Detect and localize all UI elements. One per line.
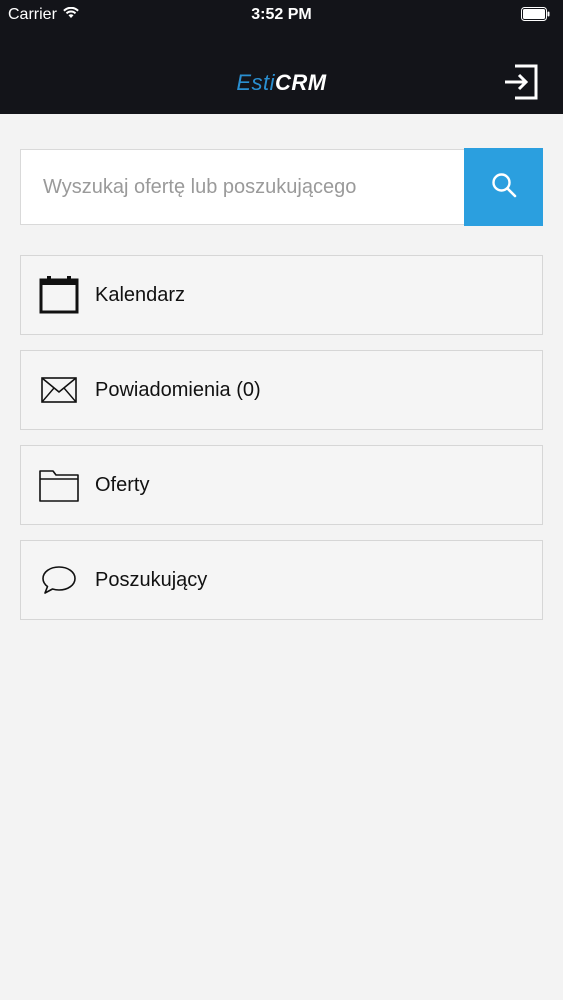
menu-item-calendar-label: Kalendarz — [95, 283, 186, 306]
battery-icon — [521, 7, 551, 26]
search-input[interactable] — [20, 149, 464, 225]
menu-item-offers-label: Oferty — [95, 473, 150, 496]
menu-item-offers[interactable]: Oferty — [20, 445, 543, 525]
app-logo: EstiCRM — [0, 70, 563, 96]
main-menu: Kalendarz Powiadomienia (0) Oferty Poszu… — [20, 255, 543, 635]
folder-icon — [39, 465, 79, 505]
search-bar — [20, 148, 543, 227]
menu-item-seekers-label: Poszukujący — [95, 568, 208, 591]
logo-crm: CRM — [275, 70, 327, 95]
envelope-icon — [39, 370, 79, 410]
menu-item-notifications[interactable]: Powiadomienia (0) — [20, 350, 543, 430]
calendar-icon — [39, 275, 79, 315]
logo-esti: Esti — [236, 70, 276, 95]
logout-icon — [502, 63, 540, 106]
top-navigation-bar: EstiCRM — [0, 30, 563, 114]
clock: 3:52 PM — [251, 6, 312, 23]
logout-button[interactable] — [501, 64, 541, 104]
chat-bubble-icon — [39, 560, 79, 600]
status-bar: Carrier 3:52 PM — [0, 0, 563, 30]
search-icon — [491, 172, 517, 203]
menu-item-notifications-label: Powiadomienia (0) — [95, 378, 261, 401]
menu-item-seekers[interactable]: Poszukujący — [20, 540, 543, 620]
search-button[interactable] — [464, 148, 543, 226]
menu-item-calendar[interactable]: Kalendarz — [20, 255, 543, 335]
